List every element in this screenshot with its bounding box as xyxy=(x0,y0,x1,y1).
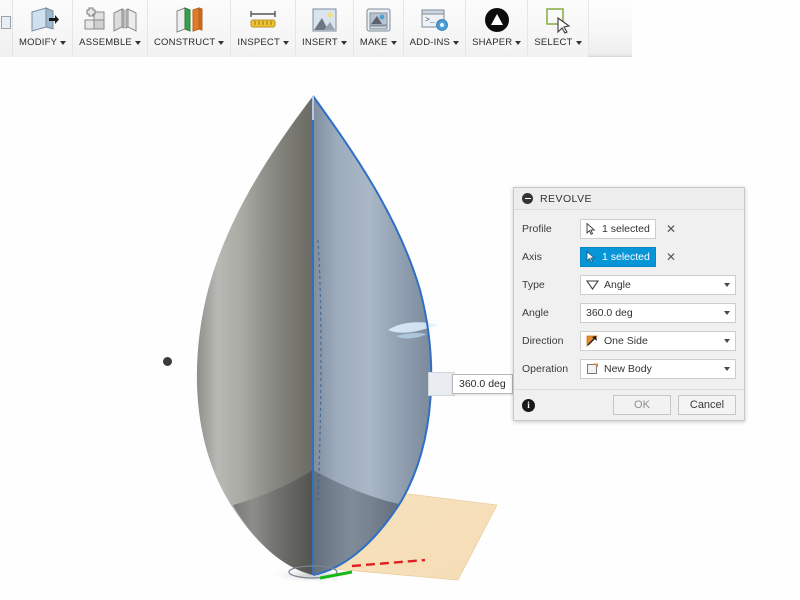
assemble-icon xyxy=(84,7,105,30)
toolbar-partial-item[interactable] xyxy=(0,0,13,57)
toolbar-item-make[interactable]: MAKE xyxy=(353,0,404,57)
toolbar-label-inspect: INSPECT xyxy=(237,37,289,48)
toolbar-label-make: MAKE xyxy=(360,37,397,48)
new-body-icon xyxy=(587,363,598,374)
label-operation: Operation xyxy=(522,362,569,375)
label-angle: Angle xyxy=(522,306,549,319)
dialog-title: REVOLVE xyxy=(540,192,592,205)
row-angle: Angle 360.0 deg xyxy=(522,301,736,324)
toolbar-label-addins: ADD-INS xyxy=(410,37,460,48)
direction-arrow-icon xyxy=(586,335,598,347)
axis-selection-value: 1 selected xyxy=(602,250,650,263)
dialog-body: Profile 1 selected ✕ Axis 1 selected ✕ T… xyxy=(514,210,744,389)
profile-selection-value: 1 selected xyxy=(602,222,650,235)
select-cursor-icon xyxy=(546,8,571,34)
type-dropdown[interactable]: Angle xyxy=(580,274,736,295)
toolbar-label-insert: INSERT xyxy=(302,37,347,48)
chevron-down-icon xyxy=(515,40,522,45)
angle-manipulator-readout[interactable]: 360.0 deg xyxy=(452,374,513,394)
chevron-down-icon xyxy=(724,282,730,287)
toolbar-label-select: SELECT xyxy=(534,37,582,48)
chevron-down-icon xyxy=(453,40,460,45)
svg-text:>_: >_ xyxy=(425,16,435,25)
profile-clear-button[interactable]: ✕ xyxy=(662,223,680,235)
angle-value: 360.0 deg xyxy=(586,306,633,319)
toolbar-item-addins[interactable]: >_ ADD-INS xyxy=(403,0,467,57)
row-profile: Profile 1 selected ✕ xyxy=(522,217,736,240)
ok-button[interactable]: OK xyxy=(613,395,671,415)
operation-value: New Body xyxy=(604,362,652,375)
label-axis: Axis xyxy=(522,250,542,263)
chevron-down-icon xyxy=(340,40,347,45)
toolbar-item-insert[interactable]: INSERT xyxy=(296,0,354,57)
angle-input[interactable]: 360.0 deg xyxy=(580,302,736,323)
direction-dropdown[interactable]: One Side xyxy=(580,330,736,351)
row-type: Type Angle xyxy=(522,273,736,296)
toolbar-item-construct[interactable]: CONSTRUCT xyxy=(147,0,232,57)
cursor-select-icon xyxy=(586,250,596,263)
chevron-down-icon xyxy=(724,366,730,371)
manipulator-handle[interactable] xyxy=(428,372,455,396)
insert-image-icon xyxy=(312,8,337,32)
dialog-footer: i OK Cancel xyxy=(514,389,744,420)
row-axis: Axis 1 selected ✕ xyxy=(522,245,736,268)
revolve-dialog[interactable]: REVOLVE Profile 1 selected ✕ Axis 1 sele… xyxy=(513,187,745,421)
chevron-down-icon xyxy=(218,40,225,45)
toolbar-item-modify[interactable]: MODIFY xyxy=(13,0,74,57)
direction-value: One Side xyxy=(604,334,648,347)
profile-selection-field[interactable]: 1 selected xyxy=(580,218,656,239)
chevron-down-icon xyxy=(724,310,730,315)
chevron-down-icon xyxy=(134,40,141,45)
construct-plane-icon xyxy=(176,7,203,33)
toolbar-label-assemble: ASSEMBLE xyxy=(79,37,141,48)
addins-script-icon: >_ xyxy=(421,9,449,31)
angle-wedge-icon xyxy=(586,280,599,290)
cancel-button[interactable]: Cancel xyxy=(678,395,736,415)
toolbar-item-select[interactable]: SELECT xyxy=(528,0,589,57)
info-icon[interactable]: i xyxy=(522,398,535,412)
dialog-title-bar[interactable]: REVOLVE xyxy=(514,188,744,210)
make-3dprint-icon xyxy=(366,8,391,32)
toolbar-item-shaper[interactable]: SHAPER xyxy=(466,0,529,57)
shaper-icon xyxy=(484,8,509,32)
assemble-mirror-icon xyxy=(113,8,137,32)
toolbar-item-assemble[interactable]: ASSEMBLE xyxy=(73,0,148,57)
label-direction: Direction xyxy=(522,334,564,347)
label-profile: Profile xyxy=(522,222,552,235)
axis-clear-button[interactable]: ✕ xyxy=(662,251,680,263)
main-toolbar[interactable]: MODIFY ASSEMBLE CONSTRUCT INSPECT INSERT… xyxy=(0,0,632,57)
operation-dropdown[interactable]: New Body xyxy=(580,358,736,379)
cursor-select-icon xyxy=(586,222,596,235)
toolbar-label-modify: MODIFY xyxy=(19,37,67,48)
angle-manipulator-value: 360.0 deg xyxy=(459,378,506,390)
toolbar-label-shaper: SHAPER xyxy=(472,37,522,48)
chevron-down-icon xyxy=(60,40,67,45)
inspect-ruler-icon xyxy=(250,11,276,28)
row-operation: Operation New Body xyxy=(522,357,736,380)
toolbar-item-inspect[interactable]: INSPECT xyxy=(231,0,296,57)
type-value: Angle xyxy=(604,278,631,291)
chevron-down-icon xyxy=(724,338,730,343)
axis-selection-field[interactable]: 1 selected xyxy=(580,246,656,267)
chevron-down-icon xyxy=(575,40,582,45)
toolbar-label-construct: CONSTRUCT xyxy=(154,37,225,48)
modify-solid-icon xyxy=(31,7,59,32)
origin-point-marker xyxy=(163,357,172,366)
collapse-minus-icon[interactable] xyxy=(522,193,533,204)
chevron-down-icon xyxy=(390,40,397,45)
label-type: Type xyxy=(522,278,545,291)
chevron-down-icon xyxy=(283,40,289,45)
row-direction: Direction One Side xyxy=(522,329,736,352)
